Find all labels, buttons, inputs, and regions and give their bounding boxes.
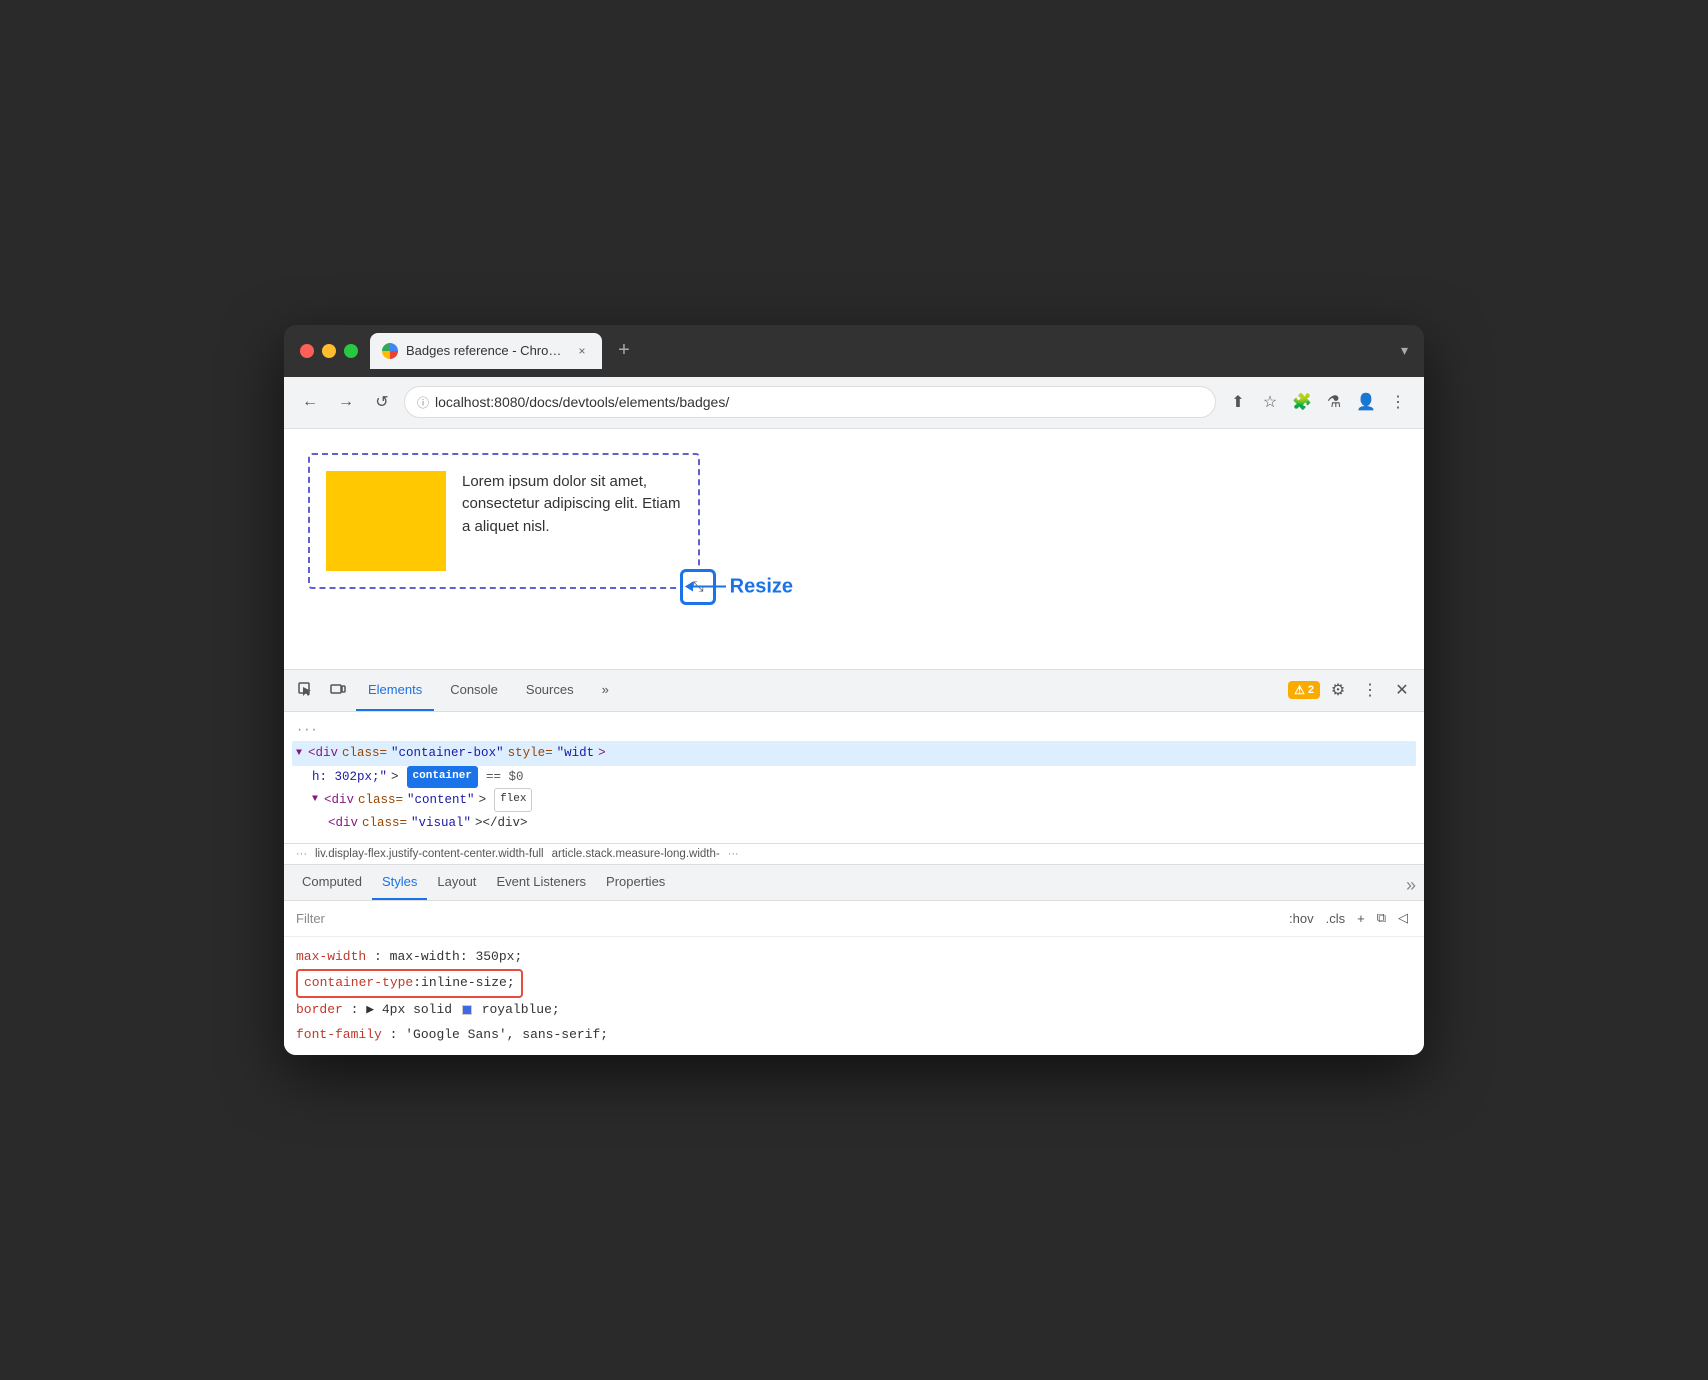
css-line-2: container-type : inline-size; — [296, 969, 1412, 998]
back-button[interactable]: ← — [296, 388, 324, 416]
chrome-favicon — [382, 343, 398, 359]
tab-event-listeners[interactable]: Event Listeners — [486, 865, 596, 900]
dom-line-1[interactable]: ▼ <div class= "container-box" style= "wi… — [292, 741, 1416, 766]
breadcrumb-dots: ··· — [296, 848, 307, 860]
security-icon: ⓘ — [417, 394, 429, 411]
css-panel: max-width : max-width: 350px; container-… — [284, 937, 1424, 1056]
css-line-3: border : ▶ 4px solid royalblue; — [296, 998, 1412, 1023]
devtools-right-actions: ⚠ 2 ⚙ ⋮ ✕ — [1288, 676, 1416, 704]
more-button[interactable]: ⋮ — [1384, 388, 1412, 416]
resize-arrow: Resize — [686, 575, 793, 598]
filter-label[interactable]: Filter — [296, 911, 325, 926]
resize-label: Resize — [730, 575, 793, 598]
yellow-box — [326, 471, 446, 571]
demo-container: Lorem ipsum dolor sit amet, consectetur … — [308, 453, 700, 589]
tab-computed[interactable]: Computed — [292, 865, 372, 900]
new-tab-button[interactable]: + — [610, 337, 638, 365]
dom-dots-row: ··· — [296, 720, 1412, 742]
tab-sources[interactable]: Sources — [514, 670, 586, 711]
breadcrumb-item-2[interactable]: article.stack.measure-long.width- — [552, 848, 720, 860]
add-style-button[interactable]: + — [1353, 909, 1369, 928]
tab-console[interactable]: Console — [438, 670, 510, 711]
devtools-more-button[interactable]: ⋮ — [1356, 676, 1384, 704]
devtools-close-button[interactable]: ✕ — [1388, 676, 1416, 704]
minimize-button[interactable] — [322, 344, 336, 358]
styles-more-button[interactable]: » — [1406, 875, 1416, 900]
dom-line-3[interactable]: <div class= "visual" ></div> — [328, 812, 1412, 835]
element-picker-button[interactable] — [292, 676, 320, 704]
hov-button[interactable]: :hov — [1285, 909, 1318, 928]
title-bar: Badges reference - Chrome De × + ▾ — [284, 325, 1424, 377]
tab-styles[interactable]: Styles — [372, 865, 427, 900]
badge-flex: flex — [494, 788, 532, 812]
badge-container: container — [407, 766, 478, 788]
profile-button[interactable]: 👤 — [1352, 388, 1380, 416]
copy-button[interactable]: ⧉ — [1373, 908, 1390, 928]
device-toolbar-button[interactable] — [324, 676, 352, 704]
close-button[interactable] — [300, 344, 314, 358]
devtools-settings-button[interactable]: ⚙ — [1324, 676, 1352, 704]
traffic-lights — [300, 344, 358, 358]
devtools-toolbar: Elements Console Sources » ⚠ 2 ⚙ ⋮ ✕ — [284, 670, 1424, 712]
tab-bar: Badges reference - Chrome De × + — [370, 333, 1389, 369]
active-tab[interactable]: Badges reference - Chrome De × — [370, 333, 602, 369]
tab-title: Badges reference - Chrome De — [406, 343, 566, 358]
tab-more[interactable]: » — [590, 670, 621, 711]
address-actions: ⬆ ☆ 🧩 ⚗ 👤 ⋮ — [1224, 388, 1412, 416]
tab-layout[interactable]: Layout — [427, 865, 486, 900]
tab-close-button[interactable]: × — [574, 343, 590, 359]
filter-actions: :hov .cls + ⧉ ◁ — [1285, 908, 1412, 928]
lorem-text: Lorem ipsum dolor sit amet, consectetur … — [462, 471, 682, 539]
page-content: Lorem ipsum dolor sit amet, consectetur … — [284, 429, 1424, 669]
reload-button[interactable]: ↺ — [368, 388, 396, 416]
dom-dots: ··· — [296, 720, 318, 742]
tab-properties[interactable]: Properties — [596, 865, 675, 900]
breadcrumb-dots-2: ··· — [728, 848, 739, 860]
extension-icon[interactable]: 🧩 — [1288, 388, 1316, 416]
devtools-panel: Elements Console Sources » ⚠ 2 ⚙ ⋮ ✕ — [284, 669, 1424, 1056]
toggle-sidebar-button[interactable]: ◁ — [1394, 908, 1412, 928]
address-url: localhost:8080/docs/devtools/elements/ba… — [435, 394, 729, 410]
forward-button[interactable]: → — [332, 388, 360, 416]
address-bar: ← → ↺ ⓘ localhost:8080/docs/devtools/ele… — [284, 377, 1424, 429]
color-swatch[interactable] — [462, 1005, 472, 1015]
styles-tabs: Computed Styles Layout Event Listeners P… — [284, 865, 1424, 901]
filter-bar: Filter :hov .cls + ⧉ ◁ — [284, 901, 1424, 937]
warning-icon: ⚠ — [1294, 683, 1305, 697]
triangle-icon-2: ▼ — [312, 791, 318, 809]
css-line-4: font-family : 'Google Sans', sans-serif; — [296, 1023, 1412, 1048]
lab-icon[interactable]: ⚗ — [1320, 388, 1348, 416]
cls-button[interactable]: .cls — [1322, 909, 1350, 928]
bookmark-button[interactable]: ☆ — [1256, 388, 1284, 416]
resize-handle[interactable]: ⤡ Resize — [680, 569, 716, 605]
chevron-down-icon[interactable]: ▾ — [1401, 342, 1408, 359]
breadcrumb-item-1[interactable]: liv.display-flex.justify-content-center.… — [315, 848, 544, 860]
share-button[interactable]: ⬆ — [1224, 388, 1252, 416]
arrow-line — [686, 586, 726, 588]
warning-badge: ⚠ 2 — [1288, 681, 1320, 699]
tab-elements[interactable]: Elements — [356, 670, 434, 711]
highlighted-property: container-type : inline-size; — [296, 969, 523, 998]
maximize-button[interactable] — [344, 344, 358, 358]
dom-line-2[interactable]: ▼ <div class= "content" > flex — [312, 788, 1412, 812]
triangle-icon: ▼ — [296, 745, 302, 763]
breadcrumb-bar: ··· liv.display-flex.justify-content-cen… — [284, 844, 1424, 865]
css-prop-container-type: container-type — [304, 971, 413, 996]
browser-window: Badges reference - Chrome De × + ▾ ← → ↺… — [284, 325, 1424, 1056]
dom-line-1b: h: 302px;" > container == $0 — [312, 766, 1412, 789]
css-line-1: max-width : max-width: 350px; — [296, 945, 1412, 970]
dom-panel: ··· ▼ <div class= "container-box" style=… — [284, 712, 1424, 844]
address-input[interactable]: ⓘ localhost:8080/docs/devtools/elements/… — [404, 386, 1216, 418]
